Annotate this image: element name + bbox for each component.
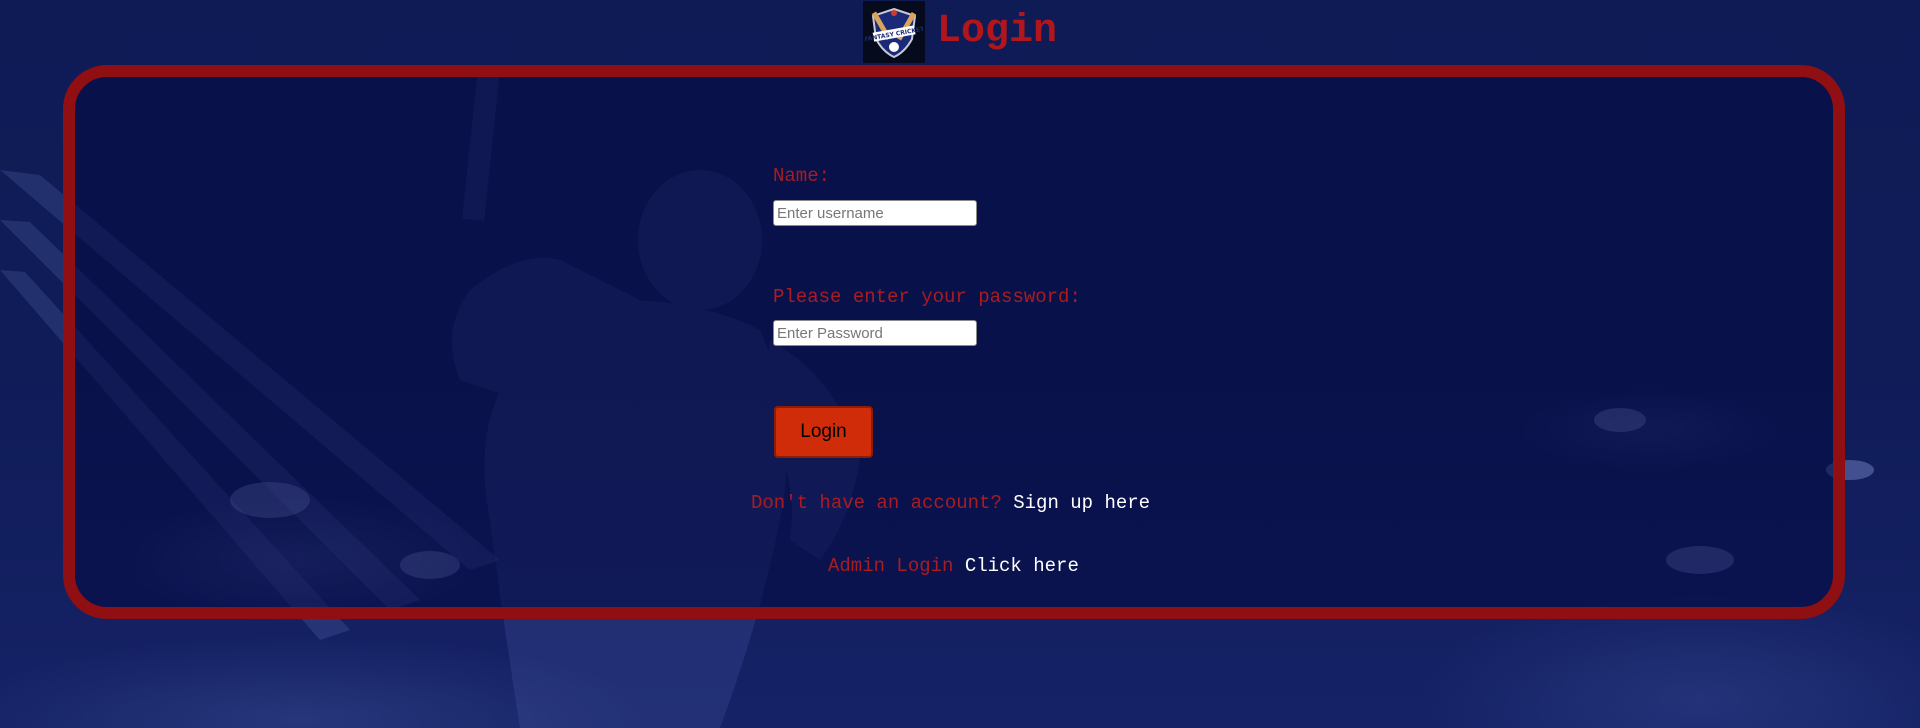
- fantasy-cricket-logo: FANTASY CRICKET: [862, 1, 925, 63]
- signup-prompt-line: Don't have an account? Sign up here: [751, 492, 1150, 514]
- admin-login-text: Admin Login: [828, 555, 954, 577]
- admin-login-link[interactable]: Click here: [965, 555, 1079, 577]
- signup-prompt-text: Don't have an account?: [751, 492, 1002, 514]
- admin-login-line: Admin Login Click here: [828, 555, 1079, 577]
- page-header: FANTASY CRICKET Login: [0, 0, 1920, 64]
- name-label: Name:: [773, 165, 831, 187]
- password-input[interactable]: [773, 320, 977, 346]
- login-button[interactable]: Login: [774, 406, 873, 458]
- page-title: Login: [936, 9, 1058, 54]
- username-input[interactable]: [773, 200, 977, 226]
- signup-link[interactable]: Sign up here: [1013, 492, 1150, 514]
- cricket-shield-icon: FANTASY CRICKET: [865, 7, 923, 59]
- password-label: Please enter your password:: [773, 286, 1081, 308]
